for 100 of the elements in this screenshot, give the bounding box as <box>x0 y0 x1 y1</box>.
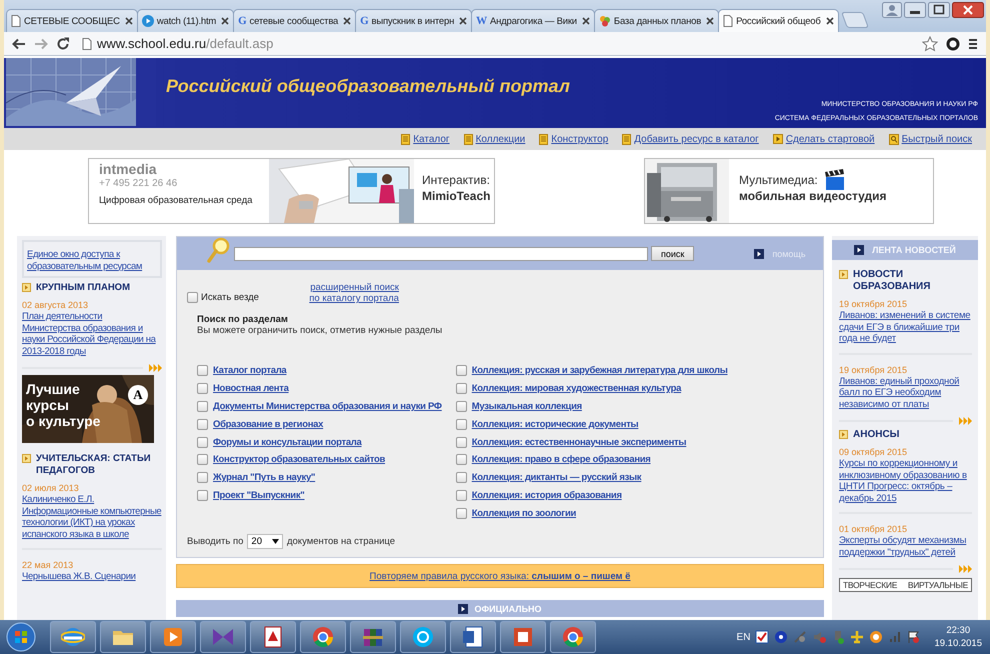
nav-link[interactable]: Коллекции <box>476 134 526 144</box>
section-link[interactable]: Документы Министерства образования и науки РФ <box>213 400 442 412</box>
section-link[interactable]: Конструктор образовательных сайтов <box>213 454 386 466</box>
section-link[interactable]: Коллекция по зоологии <box>472 508 576 519</box>
taskbar-button[interactable] <box>100 621 146 653</box>
section-link[interactable]: Коллекция: русская и зарубежная литература для школы <box>472 365 728 376</box>
taskbar-button[interactable] <box>500 621 546 653</box>
taskbar-button[interactable] <box>300 621 346 653</box>
checkbox[interactable] <box>456 472 467 484</box>
news-link[interactable]: Чернышева Ж.В. Сценарии <box>22 571 162 582</box>
nav-link[interactable]: Сделать стартовой <box>786 134 875 144</box>
back-icon[interactable] <box>12 38 26 50</box>
ad-banner[interactable]: Лучшие курсы о культуре А <box>22 375 154 443</box>
taskbar-button[interactable] <box>450 621 496 653</box>
checkbox[interactable] <box>456 365 467 376</box>
signal-icon[interactable] <box>888 630 902 644</box>
section-link[interactable]: Коллекция: диктанты — русский язык <box>472 472 642 484</box>
new-tab-button[interactable] <box>840 12 869 28</box>
language-indicator[interactable]: EN <box>736 632 750 642</box>
ad-banner[interactable]: intmedia +7 495 221 26 46 Цифровая образовательная среда Интерактив: MimioTeach <box>88 158 495 224</box>
taskbar-button[interactable] <box>550 621 596 653</box>
news-link[interactable]: Ливанов: единый проходной балл по ЕГЭ необходим независимо от платы <box>839 376 972 410</box>
section-link[interactable]: Форумы и консультации портала <box>213 436 362 448</box>
checkbox[interactable] <box>456 436 467 448</box>
checkbox[interactable] <box>197 400 208 412</box>
section-link[interactable]: Коллекция: история образования <box>472 490 622 501</box>
checkbox[interactable] <box>456 490 467 501</box>
reload-icon[interactable] <box>56 36 70 50</box>
checkbox[interactable] <box>197 490 208 501</box>
clock[interactable]: 22:30 19.10.2015 <box>934 624 982 650</box>
checkbox[interactable] <box>197 436 208 448</box>
browser-tab[interactable]: G сетевые сообщества <box>233 9 356 32</box>
nav-link[interactable]: Быстрый поиск <box>902 134 972 144</box>
banner-product: мобильная видеостудия <box>739 189 887 203</box>
ring-icon[interactable] <box>946 36 960 50</box>
news-link[interactable]: План деятельности Министерства образования и науки Российской Федерации на 2013-2018 годы <box>22 311 162 357</box>
taskbar-button[interactable] <box>150 621 196 653</box>
page-size-select[interactable]: 20 <box>247 534 283 550</box>
ad-banner[interactable]: Мультимедиа: мобильная видеостудия <box>644 158 934 224</box>
menu-icon[interactable] <box>968 38 978 50</box>
section-link[interactable]: Каталог портала <box>213 365 286 376</box>
taskbar-button[interactable] <box>350 621 396 653</box>
minimize-icon[interactable] <box>904 2 926 18</box>
play-square-icon <box>22 283 31 292</box>
section-link[interactable]: Коллекция: мировая художественная культура <box>472 383 682 394</box>
check-icon[interactable] <box>755 630 770 644</box>
browser-tab[interactable]: СЕТЕВЫЕ СООБЩЕС <box>6 9 138 32</box>
browser-tab[interactable]: watch (11).htm <box>136 9 234 32</box>
checkbox[interactable] <box>456 454 467 466</box>
checkbox[interactable] <box>197 472 208 484</box>
checkbox[interactable] <box>197 365 208 376</box>
taskbar-button[interactable] <box>400 621 446 653</box>
section-link[interactable]: Проект "Выпускник" <box>213 490 305 501</box>
search-button[interactable]: поиск <box>651 246 694 261</box>
checkbox[interactable] <box>197 418 208 430</box>
flag-icon[interactable] <box>907 630 922 644</box>
maximize-icon[interactable] <box>928 2 950 18</box>
checkbox[interactable] <box>456 400 467 412</box>
taskbar-button[interactable] <box>50 621 96 653</box>
forward-icon[interactable] <box>34 38 48 50</box>
section-link[interactable]: Музыкальная коллекция <box>472 400 582 412</box>
nav-link[interactable]: Добавить ресурс в каталог <box>634 134 759 144</box>
more-arrows-icon[interactable] <box>149 364 162 372</box>
section-link[interactable]: Коллекция: исторические документы <box>472 418 638 430</box>
ring-icon[interactable] <box>869 630 884 644</box>
checkbox[interactable] <box>197 383 208 394</box>
section-link[interactable]: Журнал "Путь в науку" <box>213 472 316 484</box>
checkbox[interactable] <box>456 508 467 519</box>
browser-tab[interactable]: База данных планов <box>594 9 720 32</box>
nav-link[interactable]: Каталог <box>413 134 450 144</box>
browser-tab[interactable]: W Андрагогика — Вики <box>471 9 595 32</box>
news-link[interactable]: Курсы по коррекционному и инклюзивному образованию в ЦНТИ Прогресс: октябрь – декабрь 2015 <box>839 458 972 504</box>
search-field[interactable] <box>234 246 648 260</box>
more-arrows-icon[interactable] <box>959 417 972 425</box>
star-icon[interactable] <box>922 36 938 52</box>
browser-tab[interactable]: Российский общеоб <box>718 9 839 32</box>
browser-tab[interactable]: G выпускник в интерн <box>355 9 472 32</box>
nav-link[interactable]: Конструктор <box>551 134 608 144</box>
section-link[interactable]: Коллекция: право в сфере образования <box>472 454 651 466</box>
notice-link[interactable]: Повторяем правила русского языка: слышим о – пишем ё <box>370 570 630 582</box>
checkbox[interactable] <box>456 418 467 430</box>
news-link[interactable]: Ливанов: изменений в системе сдачи ЕГЭ в ближайшие три года не будет <box>839 310 972 344</box>
more-arrows-icon[interactable] <box>959 565 972 573</box>
section-link[interactable]: Образование в регионах <box>213 418 324 430</box>
promo-banner[interactable]: ТВОРЧЕСКИЕ ВИРТУАЛЬНЫЕ <box>839 578 972 592</box>
checkbox[interactable] <box>187 292 198 303</box>
news-link[interactable]: Калиниченко Е.Л. Информационные компьютерные технологии (ИКТ) на уроках испанского языка в школе <box>22 494 162 540</box>
taskbar-button[interactable] <box>250 621 296 653</box>
checkbox[interactable] <box>456 383 467 394</box>
taskbar-button[interactable] <box>200 621 246 653</box>
section-link[interactable]: Коллекция: естественнонаучные эксперименты <box>472 436 686 448</box>
portal-link[interactable]: Единое окно доступа к образовательным ресурсам <box>27 249 157 272</box>
news-link[interactable]: Эксперты обсудят механизмы поддержки "трудных" детей <box>839 535 972 558</box>
advanced-search-link[interactable]: расширенный поиск по каталогу портала <box>298 282 399 304</box>
section-link[interactable]: Новостная лента <box>213 383 289 394</box>
section-heading: АНОНСЫ <box>853 429 900 441</box>
news-date: 09 октября 2015 <box>839 447 908 458</box>
start-orb-icon[interactable] <box>6 622 36 652</box>
close-icon[interactable] <box>952 2 984 18</box>
checkbox[interactable] <box>197 454 208 466</box>
